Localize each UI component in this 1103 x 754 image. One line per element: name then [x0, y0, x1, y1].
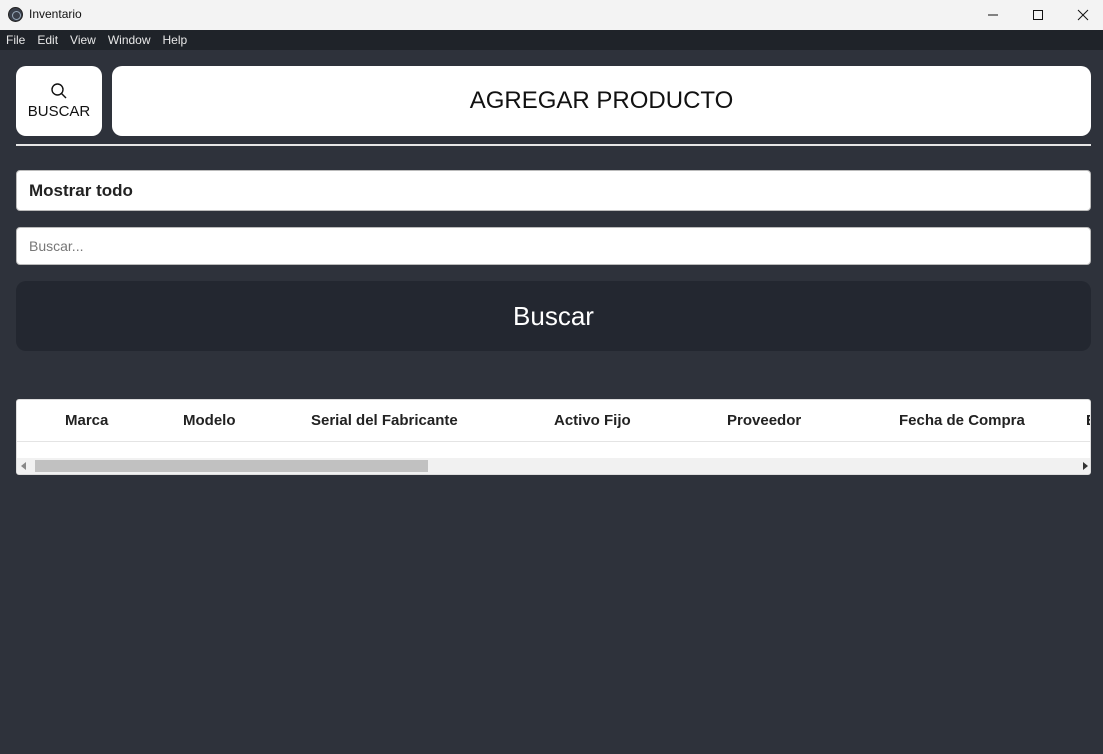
- scroll-left-icon[interactable]: [21, 462, 26, 470]
- maximize-icon: [1033, 10, 1043, 20]
- window-title: Inventario: [29, 7, 82, 21]
- menu-bar: File Edit View Window Help: [0, 30, 1103, 50]
- menu-edit[interactable]: Edit: [37, 33, 58, 47]
- results-table: Marca Modelo Serial del Fabricante Activ…: [16, 399, 1091, 475]
- column-header-fecha-compra[interactable]: Fecha de Compra: [899, 412, 1025, 429]
- table-header: Marca Modelo Serial del Fabricante Activ…: [17, 400, 1090, 442]
- app-icon: [8, 7, 23, 22]
- maximize-button[interactable]: [1015, 0, 1061, 30]
- scrollbar-thumb[interactable]: [35, 460, 428, 472]
- filter-select[interactable]: Mostrar todo: [16, 170, 1091, 211]
- search-nav-label: BUSCAR: [27, 103, 91, 120]
- minimize-icon: [988, 14, 998, 16]
- menu-view[interactable]: View: [70, 33, 96, 47]
- close-button[interactable]: [1060, 0, 1103, 30]
- column-header-activo-fijo[interactable]: Activo Fijo: [554, 412, 631, 429]
- column-header-modelo[interactable]: Modelo: [183, 412, 236, 429]
- search-input[interactable]: [16, 227, 1091, 265]
- search-icon: [51, 83, 67, 99]
- menu-window[interactable]: Window: [108, 33, 151, 47]
- scroll-right-icon[interactable]: [1083, 462, 1088, 470]
- column-header-truncated[interactable]: E: [1086, 412, 1090, 429]
- search-button[interactable]: Buscar: [16, 281, 1091, 351]
- minimize-button[interactable]: [970, 0, 1016, 30]
- menu-help[interactable]: Help: [163, 33, 188, 47]
- column-header-marca[interactable]: Marca: [65, 412, 108, 429]
- add-product-button[interactable]: AGREGAR PRODUCTO: [112, 66, 1091, 136]
- column-header-serial[interactable]: Serial del Fabricante: [311, 412, 458, 429]
- column-header-proveedor[interactable]: Proveedor: [727, 412, 801, 429]
- close-icon: [1077, 9, 1089, 21]
- menu-file[interactable]: File: [6, 33, 25, 47]
- search-nav-button[interactable]: BUSCAR: [16, 66, 102, 136]
- horizontal-scrollbar[interactable]: [17, 458, 1090, 474]
- title-bar: Inventario: [0, 0, 1103, 30]
- divider: [16, 144, 1091, 146]
